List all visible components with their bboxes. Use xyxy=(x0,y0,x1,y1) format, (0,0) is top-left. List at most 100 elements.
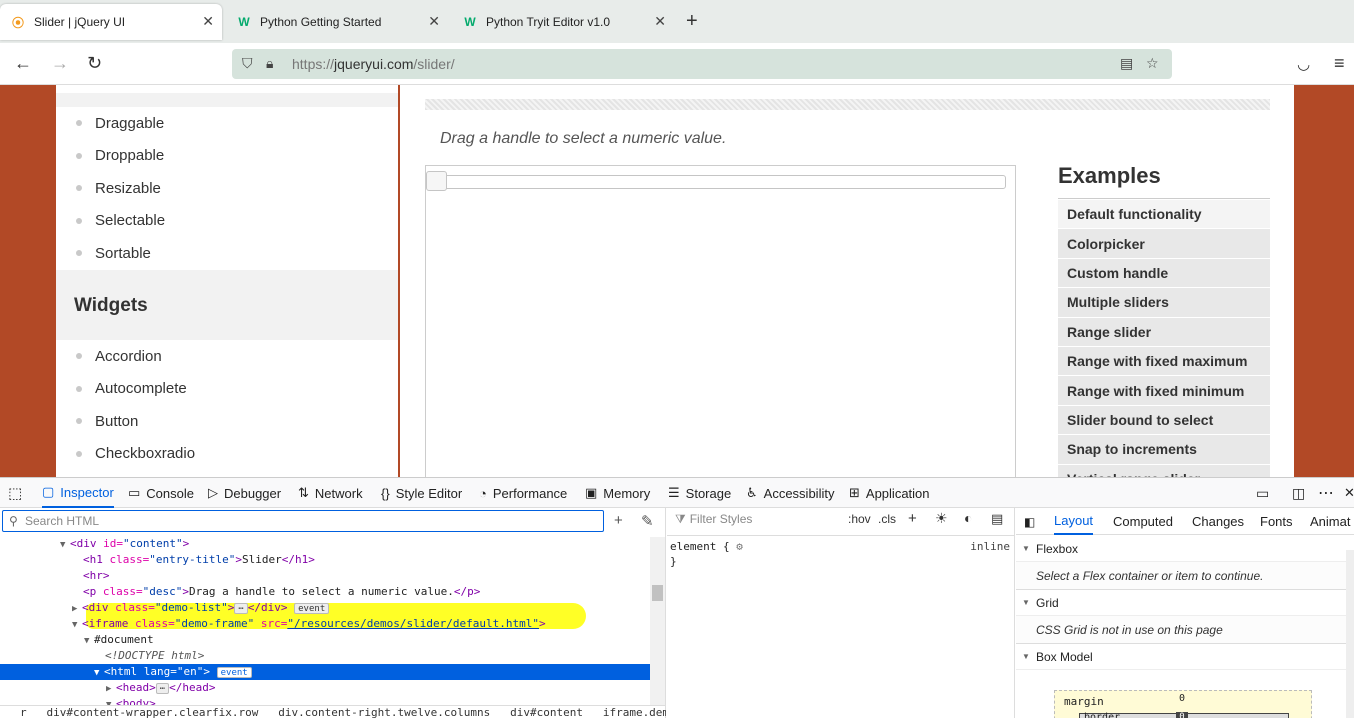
tree-node[interactable]: ▼ #document xyxy=(0,632,650,648)
sidebar-item-droppable[interactable]: Droppable xyxy=(56,140,398,173)
tree-node[interactable]: ▶ <head> ⋯ </head> xyxy=(0,680,650,696)
tab-storage[interactable]: ☰ Storage xyxy=(668,478,731,508)
slider-handle[interactable] xyxy=(426,171,447,191)
example-range-slider[interactable]: Range slider xyxy=(1058,317,1270,347)
margin-value[interactable]: 0 xyxy=(1179,693,1185,704)
tab-application[interactable]: ⊞ Application xyxy=(849,478,930,508)
example-colorpicker[interactable]: Colorpicker xyxy=(1058,229,1270,259)
markup-scrollbar[interactable] xyxy=(650,537,665,705)
dark-theme-icon[interactable]: ◐ xyxy=(964,510,972,526)
sidebar-item-selectable[interactable]: Selectable xyxy=(56,205,398,238)
cls-toggle[interactable]: .cls xyxy=(878,512,896,526)
tab-computed[interactable]: Computed xyxy=(1113,508,1173,535)
breadcrumb-item[interactable]: div.content-right.twelve.columns xyxy=(278,706,490,718)
close-devtools-icon[interactable]: ✕ xyxy=(1344,478,1354,508)
border-value[interactable]: 0 xyxy=(1176,712,1188,718)
sidebar-item-accordion[interactable]: Accordion xyxy=(56,340,398,373)
tree-node[interactable]: <p class="desc">Drag a handle to select … xyxy=(0,584,650,600)
breadcrumb-item[interactable]: div#content-wrapper.clearfix.row xyxy=(47,706,259,718)
tab-python-getting-started[interactable]: W Python Getting Started ✕ xyxy=(226,4,448,40)
breadcrumb-item[interactable]: div#content xyxy=(510,706,583,718)
tab-inspector[interactable]: ▢ Inspector xyxy=(42,478,114,508)
tab-changes[interactable]: Changes xyxy=(1192,508,1244,535)
search-html-input[interactable]: ⚲ Search HTML xyxy=(2,510,604,532)
back-arrow-icon[interactable]: ← xyxy=(14,53,32,74)
example-default-functionality[interactable]: Default functionality xyxy=(1058,200,1270,230)
sidebar-item-sortable[interactable]: Sortable xyxy=(56,237,398,270)
toggle-sidebar-icon[interactable]: ◧ xyxy=(1024,508,1035,535)
bookmark-star-icon[interactable]: ☆ xyxy=(1146,55,1159,72)
tab-console[interactable]: ▭ Console xyxy=(128,478,194,508)
eyedropper-icon[interactable]: ✎ xyxy=(641,512,654,530)
dock-icon[interactable]: ◫ xyxy=(1292,478,1305,508)
forward-arrow-icon[interactable]: → xyxy=(51,53,69,74)
example-multiple-sliders[interactable]: Multiple sliders xyxy=(1058,288,1270,318)
address-bar[interactable]: ⛉ 🔒︎ https://jqueryui.com/slider/ ▤ ☆ xyxy=(232,49,1172,79)
slider-track[interactable] xyxy=(436,175,1006,189)
tab-fonts[interactable]: Fonts xyxy=(1260,508,1293,535)
sidebar-item-button[interactable]: Button xyxy=(56,405,398,438)
menu-icon[interactable]: ≡ xyxy=(1334,53,1345,74)
breadcrumb-item[interactable]: r xyxy=(20,706,27,718)
reader-view-icon[interactable]: ▤ xyxy=(1120,55,1133,72)
close-icon[interactable]: ✕ xyxy=(654,13,666,30)
layout-scrollbar[interactable] xyxy=(1346,550,1354,718)
tab-accessibility[interactable]: ♿︎ Accessibility xyxy=(746,478,834,508)
tab-network[interactable]: ⇅ Network xyxy=(298,478,363,508)
sidebar-item-checkboxradio[interactable]: Checkboxradio xyxy=(56,438,398,471)
element-rule[interactable]: element { ⚙ xyxy=(670,540,743,553)
grid-section-header[interactable]: Grid xyxy=(1016,590,1354,616)
print-media-icon[interactable]: ▤ xyxy=(991,511,1003,527)
tab-layout[interactable]: Layout xyxy=(1054,508,1094,535)
tree-node[interactable]: <!DOCTYPE html> xyxy=(0,648,650,664)
reload-icon[interactable]: ↻ xyxy=(87,53,102,74)
tab-performance[interactable]: ◔ Performance xyxy=(479,478,567,508)
tree-node[interactable]: ▼ <div id="content"> xyxy=(0,537,650,552)
flexbox-message: Select a Flex container or item to conti… xyxy=(1016,562,1354,590)
example-custom-handle[interactable]: Custom handle xyxy=(1058,258,1270,289)
close-icon[interactable]: ✕ xyxy=(428,13,440,30)
box-model-section-header[interactable]: Box Model xyxy=(1016,644,1354,670)
rule-close-brace: } xyxy=(670,555,677,568)
tree-node-iframe[interactable]: ▼ <iframe class="demo-frame" src="/resour… xyxy=(0,616,650,632)
filter-styles-input[interactable]: ⧩ Filter Styles xyxy=(675,512,752,527)
demo-frame xyxy=(425,165,1016,477)
tab-memory[interactable]: ▣ Memory xyxy=(585,478,650,508)
hov-toggle[interactable]: :hov xyxy=(848,512,871,526)
scroll-thumb[interactable] xyxy=(652,585,663,601)
example-range-fixed-maximum[interactable]: Range with fixed maximum xyxy=(1058,346,1270,377)
add-rule-icon[interactable]: + xyxy=(908,510,917,527)
tree-node[interactable]: ▼ <body> xyxy=(0,696,650,705)
example-slider-bound-to-select[interactable]: Slider bound to select xyxy=(1058,405,1270,436)
url-text[interactable]: https://jqueryui.com/slider/ xyxy=(292,56,455,72)
example-range-fixed-minimum[interactable]: Range with fixed minimum xyxy=(1058,376,1270,406)
breadcrumb-item[interactable]: iframe.demo-frame xyxy=(603,706,666,718)
example-snap-to-increments[interactable]: Snap to increments xyxy=(1058,435,1270,465)
example-vertical-range-slider[interactable]: Vertical range slider xyxy=(1058,464,1270,477)
responsive-design-icon[interactable]: ▭ xyxy=(1256,478,1269,508)
new-tab-icon[interactable]: + xyxy=(686,10,698,33)
element-picker-icon[interactable]: ⬚ xyxy=(8,478,22,508)
lock-icon[interactable]: 🔒︎ xyxy=(266,55,273,72)
pocket-icon[interactable]: ◡ xyxy=(1297,55,1310,73)
sidebar-item-autocomplete[interactable]: Autocomplete xyxy=(56,373,398,406)
tree-node[interactable]: <h1 class="entry-title">Slider</h1> xyxy=(0,552,650,568)
tab-animations[interactable]: Animat xyxy=(1310,508,1350,535)
shield-icon[interactable]: ⛉ xyxy=(242,55,253,72)
tab-debugger[interactable]: ▷ Debugger xyxy=(208,478,281,508)
gear-icon[interactable]: ⚙ xyxy=(736,540,743,553)
flexbox-section-header[interactable]: Flexbox xyxy=(1016,536,1354,562)
tab-title: Python Getting Started xyxy=(260,15,382,29)
tab-python-tryit[interactable]: W Python Tryit Editor v1.0 ✕ xyxy=(452,4,674,40)
more-options-icon[interactable]: ⋯ xyxy=(1318,478,1334,508)
tab-style-editor[interactable]: {} Style Editor xyxy=(381,478,462,508)
sidebar-item-draggable[interactable]: Draggable xyxy=(56,107,398,140)
tree-node-selected[interactable]: ▼ <html lang="en"> event xyxy=(0,664,650,680)
tab-jquery-slider[interactable]: ⦿ Slider | jQuery UI ✕ xyxy=(0,4,222,40)
sidebar-item-resizable[interactable]: Resizable xyxy=(56,172,398,205)
close-icon[interactable]: ✕ xyxy=(202,13,214,30)
tree-node[interactable]: <hr> xyxy=(0,568,650,584)
add-node-icon[interactable]: + xyxy=(614,512,623,529)
tree-node[interactable]: ▶ <div class="demo-list"> ⋯ </div> event xyxy=(0,600,650,616)
light-theme-icon[interactable]: ☀ xyxy=(935,510,948,527)
